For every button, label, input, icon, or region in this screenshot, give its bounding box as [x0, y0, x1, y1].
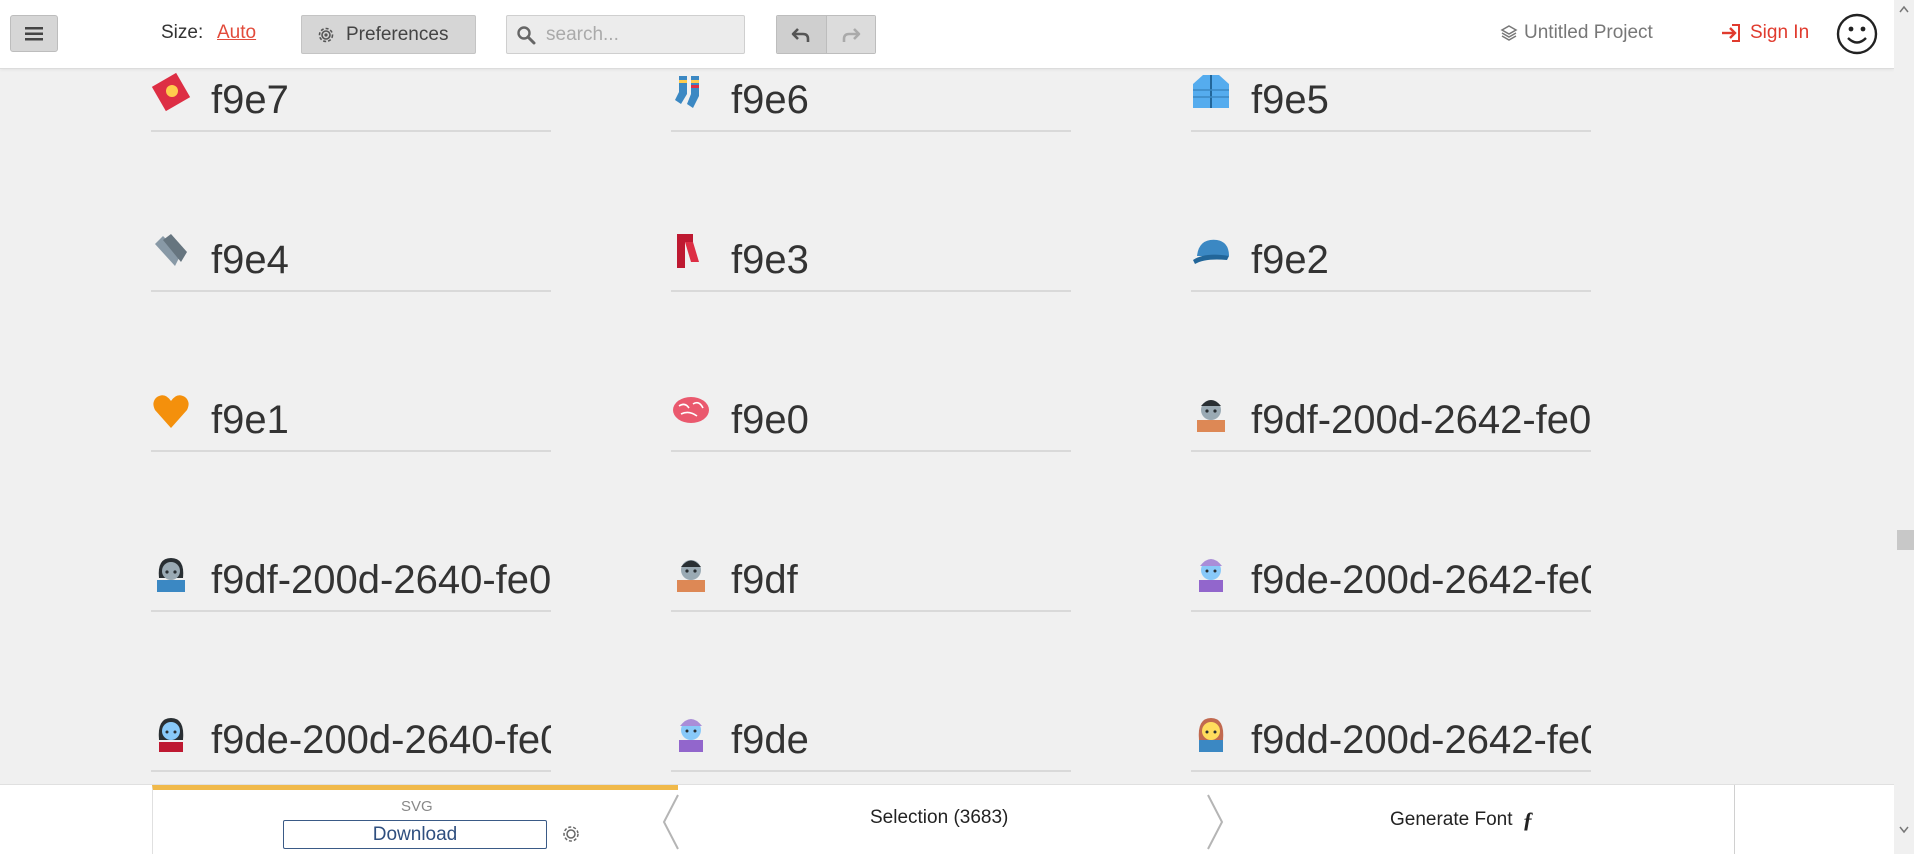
glyph-cell[interactable]: f9de-200d-2642-fe0f — [1191, 552, 1591, 612]
glyph-code: f9e5 — [1251, 78, 1329, 122]
brain-icon — [673, 397, 709, 423]
genie-icon — [679, 719, 703, 752]
chevron-separator-icon — [1207, 794, 1224, 850]
sign-in-label: Sign In — [1750, 22, 1810, 43]
bottom-bar: SVG Download Selection (3683) Generate F… — [0, 784, 1894, 854]
orange-heart-icon — [153, 395, 189, 428]
red-envelope-icon — [151, 72, 191, 112]
generate-font-label: Generate Font — [1390, 809, 1513, 830]
glyph-cell[interactable]: f9e4 — [151, 232, 551, 292]
glyph-code: f9e1 — [211, 398, 289, 442]
smiley-icon — [1836, 13, 1878, 55]
gear-icon — [318, 27, 334, 42]
undo-button[interactable] — [777, 16, 827, 53]
glyph-cell[interactable]: f9de-200d-2640-fe0f — [151, 712, 551, 772]
search-icon — [517, 25, 536, 44]
sign-in-link[interactable]: Sign In — [1720, 22, 1809, 44]
layers-icon — [1500, 25, 1518, 41]
search-box — [506, 15, 745, 54]
glyph-cell[interactable]: f9e7 — [151, 72, 551, 132]
glyph-code: f9e4 — [211, 238, 289, 282]
glyph-code: f9df-200d-2640-fe0f — [211, 558, 551, 602]
glyph-code: f9e2 — [1251, 238, 1329, 282]
preferences-label: Preferences — [346, 23, 449, 45]
download-section: SVG Download — [152, 785, 678, 854]
glyph-code: f9e3 — [731, 238, 809, 282]
billed-cap-icon — [1193, 239, 1229, 264]
generate-font-tab[interactable]: Generate Font ƒ — [1390, 807, 1534, 833]
zombie-icon — [677, 560, 705, 592]
glyph-cell[interactable]: f9de — [671, 712, 1071, 772]
glyph-cell[interactable]: f9df — [671, 552, 1071, 612]
selection-tab[interactable]: Selection (3683) — [870, 807, 1008, 829]
scroll-down-arrow-icon[interactable] — [1894, 822, 1914, 838]
undo-redo-group — [776, 15, 876, 54]
font-f-icon: ƒ — [1522, 807, 1534, 832]
glyph-cell[interactable]: f9e6 — [671, 72, 1071, 132]
glyph-cell[interactable]: f9e0 — [671, 392, 1071, 452]
download-settings-gear-icon[interactable] — [561, 824, 581, 844]
sign-in-icon — [1722, 24, 1740, 42]
glyph-cell[interactable]: f9dd-200d-2642-fe0f — [1191, 712, 1591, 772]
man-elf-icon — [1198, 718, 1224, 752]
man-zombie-icon — [1197, 400, 1225, 432]
glyph-cell[interactable]: f9df-200d-2642-fe0f — [1191, 392, 1591, 452]
search-input[interactable] — [544, 22, 738, 47]
hamburger-icon — [25, 26, 43, 40]
size-label: Size: — [161, 22, 204, 43]
undo-icon — [791, 27, 810, 42]
download-button[interactable]: Download — [283, 820, 547, 849]
redo-icon — [842, 27, 861, 42]
woman-genie-icon — [158, 718, 184, 752]
gloves-icon — [155, 234, 187, 266]
coat-icon — [1193, 75, 1229, 108]
socks-icon — [675, 76, 699, 108]
scroll-thumb[interactable] — [1897, 530, 1914, 550]
format-label: SVG — [401, 798, 433, 815]
chevron-separator-icon — [662, 794, 679, 850]
avatar[interactable] — [1836, 13, 1878, 60]
hamburger-menu-button[interactable] — [10, 15, 58, 52]
redo-button[interactable] — [826, 16, 875, 53]
scarf-icon — [677, 234, 699, 268]
glyph-code: f9de-200d-2640-fe0f — [211, 718, 551, 762]
glyph-cell[interactable]: f9e2 — [1191, 232, 1591, 292]
glyph-code: f9de — [731, 718, 809, 762]
glyph-cell[interactable]: f9e3 — [671, 232, 1071, 292]
glyph-cell[interactable]: f9df-200d-2640-fe0f — [151, 552, 551, 612]
glyph-code: f9e7 — [211, 78, 289, 122]
glyph-code: f9df — [731, 558, 798, 602]
scroll-up-arrow-icon[interactable] — [1894, 2, 1914, 18]
bottom-bar-divider — [1734, 785, 1735, 854]
glyph-cell[interactable]: f9e5 — [1191, 72, 1591, 132]
project-name: Untitled Project — [1524, 22, 1653, 43]
glyph-code: f9df-200d-2642-fe0f — [1251, 398, 1591, 442]
scrollbar[interactable] — [1894, 0, 1914, 853]
glyph-cell[interactable]: f9e1 — [151, 392, 551, 452]
glyph-code: f9e6 — [731, 78, 809, 122]
size-value-dropdown[interactable]: Auto — [217, 22, 256, 44]
man-genie-icon — [1199, 559, 1223, 592]
woman-zombie-icon — [157, 558, 185, 592]
preferences-button[interactable]: Preferences — [301, 15, 476, 54]
glyph-code: f9dd-200d-2642-fe0f — [1251, 718, 1591, 762]
project-menu[interactable]: Untitled Project — [1500, 22, 1653, 44]
glyph-code: f9de-200d-2642-fe0f — [1251, 558, 1591, 602]
top-toolbar: Size: Auto Preferences search... Untitle… — [0, 0, 1894, 69]
glyph-code: f9e0 — [731, 398, 809, 442]
